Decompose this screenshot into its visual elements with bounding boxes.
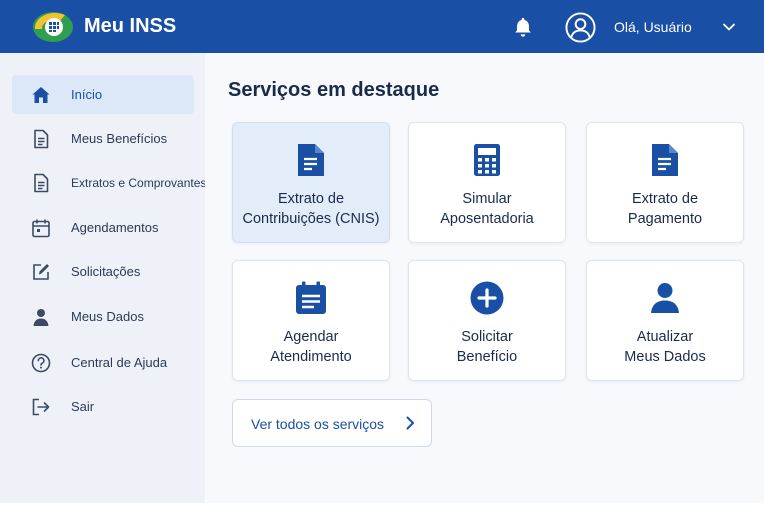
document-icon [294, 143, 328, 177]
logout-icon [30, 396, 52, 418]
document-icon [30, 172, 52, 194]
sidebar-item-solicitacoes[interactable]: Solicitações [12, 252, 194, 291]
sidebar-item-extratos[interactable]: Extratos e Comprovantes [12, 163, 206, 202]
sidebar-item-meus-beneficios[interactable]: Meus Benefícios [12, 119, 194, 158]
card-label: Atualizar Meus Dados [624, 329, 706, 365]
sidebar-item-label: Agendamentos [71, 220, 159, 235]
service-card-simular-aposentadoria[interactable]: Simular Aposentadoria [408, 122, 566, 243]
user-icon [648, 281, 682, 315]
inss-logo-icon[interactable] [32, 11, 74, 43]
sidebar-item-label: Central de Ajuda [71, 355, 168, 370]
user-avatar-icon[interactable] [565, 12, 596, 43]
sidebar-item-label: Sair [71, 399, 95, 414]
chevron-down-icon[interactable] [722, 20, 736, 34]
sidebar-item-meus-dados[interactable]: Meus Dados [12, 297, 194, 336]
service-card-extrato-cnis[interactable]: Extrato de Contribuições (CNIS) [232, 122, 390, 243]
user-greeting[interactable]: Olá, Usuário [614, 19, 692, 35]
calculator-icon [470, 143, 504, 177]
service-card-agendar-atendimento[interactable]: Agendar Atendimento [232, 260, 390, 381]
card-label: Extrato de Pagamento [627, 191, 703, 227]
document-icon [30, 128, 52, 150]
plus-circle-icon [470, 281, 504, 315]
home-icon [30, 84, 52, 106]
edit-icon [30, 261, 52, 283]
section-title: Serviços em destaque [228, 79, 440, 101]
sidebar-item-inicio[interactable]: Início [12, 75, 194, 114]
card-label: Agendar Atendimento [270, 329, 352, 365]
card-label: Solicitar Benefício [456, 329, 518, 365]
page-bottom-edge [0, 503, 764, 508]
calendar-icon [294, 281, 328, 315]
sidebar-item-label: Início [71, 87, 103, 102]
service-card-solicitar-beneficio[interactable]: Solicitar Benefício [408, 260, 566, 381]
document-icon [648, 143, 682, 177]
user-icon [30, 306, 52, 328]
sidebar-item-label: Extratos e Comprovantes [71, 175, 207, 190]
service-card-extrato-pagamento[interactable]: Extrato de Pagamento [586, 122, 744, 243]
notification-bell-icon[interactable] [512, 16, 534, 38]
sidebar-item-sair[interactable]: Sair [12, 387, 194, 426]
sidebar-item-label: Solicitações [71, 264, 141, 279]
app-title: Meu INSS [84, 15, 177, 37]
calendar-icon [30, 217, 52, 239]
top-header: Meu INSS Olá, Usuário [0, 0, 764, 53]
view-all-services-button[interactable]: Ver todos os serviços [232, 399, 432, 447]
sidebar-item-central-de-ajuda[interactable]: Central de Ajuda [12, 343, 194, 382]
sidebar-item-label: Meus Dados [71, 309, 144, 324]
chevron-right-icon [406, 416, 414, 430]
sidebar-item-agendamentos[interactable]: Agendamentos [12, 208, 194, 247]
card-label: Extrato de Contribuições (CNIS) [242, 191, 380, 227]
view-all-label: Ver todos os serviços [251, 416, 385, 432]
service-card-atualizar-meus-dados[interactable]: Atualizar Meus Dados [586, 260, 744, 381]
sidebar-item-label: Meus Benefícios [71, 131, 168, 146]
card-label: Simular Aposentadoria [440, 191, 534, 227]
help-icon [30, 352, 52, 374]
